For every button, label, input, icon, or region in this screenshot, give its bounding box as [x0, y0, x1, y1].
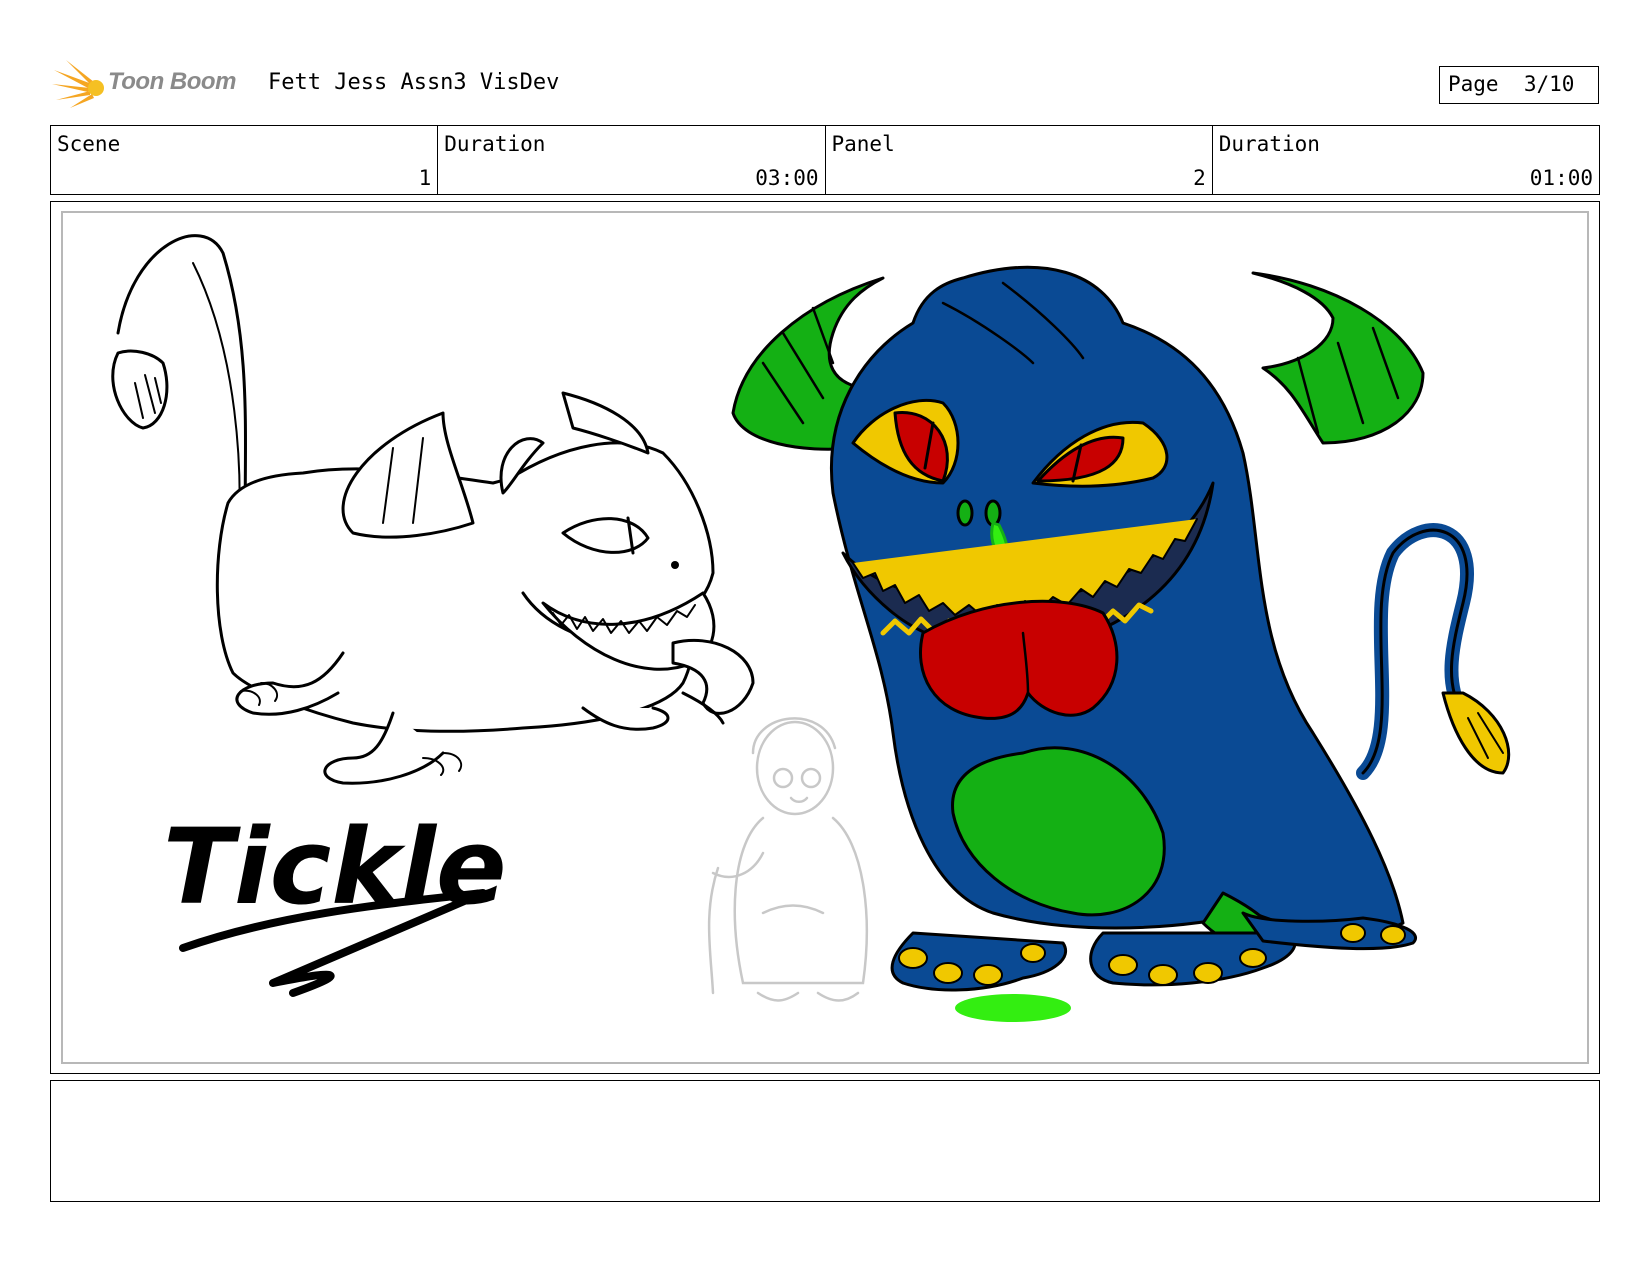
panel-cell: Panel 2	[826, 126, 1213, 194]
scene-duration-label: Duration	[444, 132, 546, 156]
brand-name: Toon Boom	[108, 68, 236, 95]
page-label: Page	[1448, 72, 1499, 96]
panel-label: Panel	[831, 132, 895, 156]
old-woman-sketch	[707, 717, 868, 1002]
panel-artwork: Tickle	[111, 234, 1511, 1022]
scene-duration-cell: Duration 03:00	[438, 126, 826, 194]
page-indicator: Page 3/10	[1439, 66, 1599, 104]
scene-label: Scene	[57, 132, 121, 156]
panel-duration-cell: Duration 01:00	[1213, 126, 1599, 194]
page-number: 3/10	[1523, 72, 1575, 96]
scene-info-table: Scene 1 Duration 03:00 Panel 2 Duration …	[50, 125, 1600, 195]
blue-monster	[731, 265, 1511, 992]
panel-value: 2	[1193, 166, 1206, 190]
toon-boom-starburst-icon	[52, 60, 104, 108]
panel-duration-value: 01:00	[1529, 166, 1593, 190]
sketch-creature	[111, 234, 755, 785]
storyboard-panel-frame: Tickle	[50, 201, 1600, 1074]
toon-boom-logo: Toon Boom	[52, 58, 242, 114]
panel-notes-area[interactable]	[50, 1080, 1600, 1202]
tickle-signature: Tickle	[163, 806, 507, 997]
panel-duration-label: Duration	[1218, 132, 1320, 156]
project-title: Fett Jess Assn3 VisDev	[268, 70, 560, 95]
scene-value: 1	[418, 166, 432, 190]
storyboard-panel-image: Tickle	[61, 211, 1589, 1064]
slime-puddle	[955, 994, 1071, 1022]
scene-duration-value: 03:00	[755, 166, 819, 190]
scene-cell: Scene 1	[51, 126, 439, 194]
